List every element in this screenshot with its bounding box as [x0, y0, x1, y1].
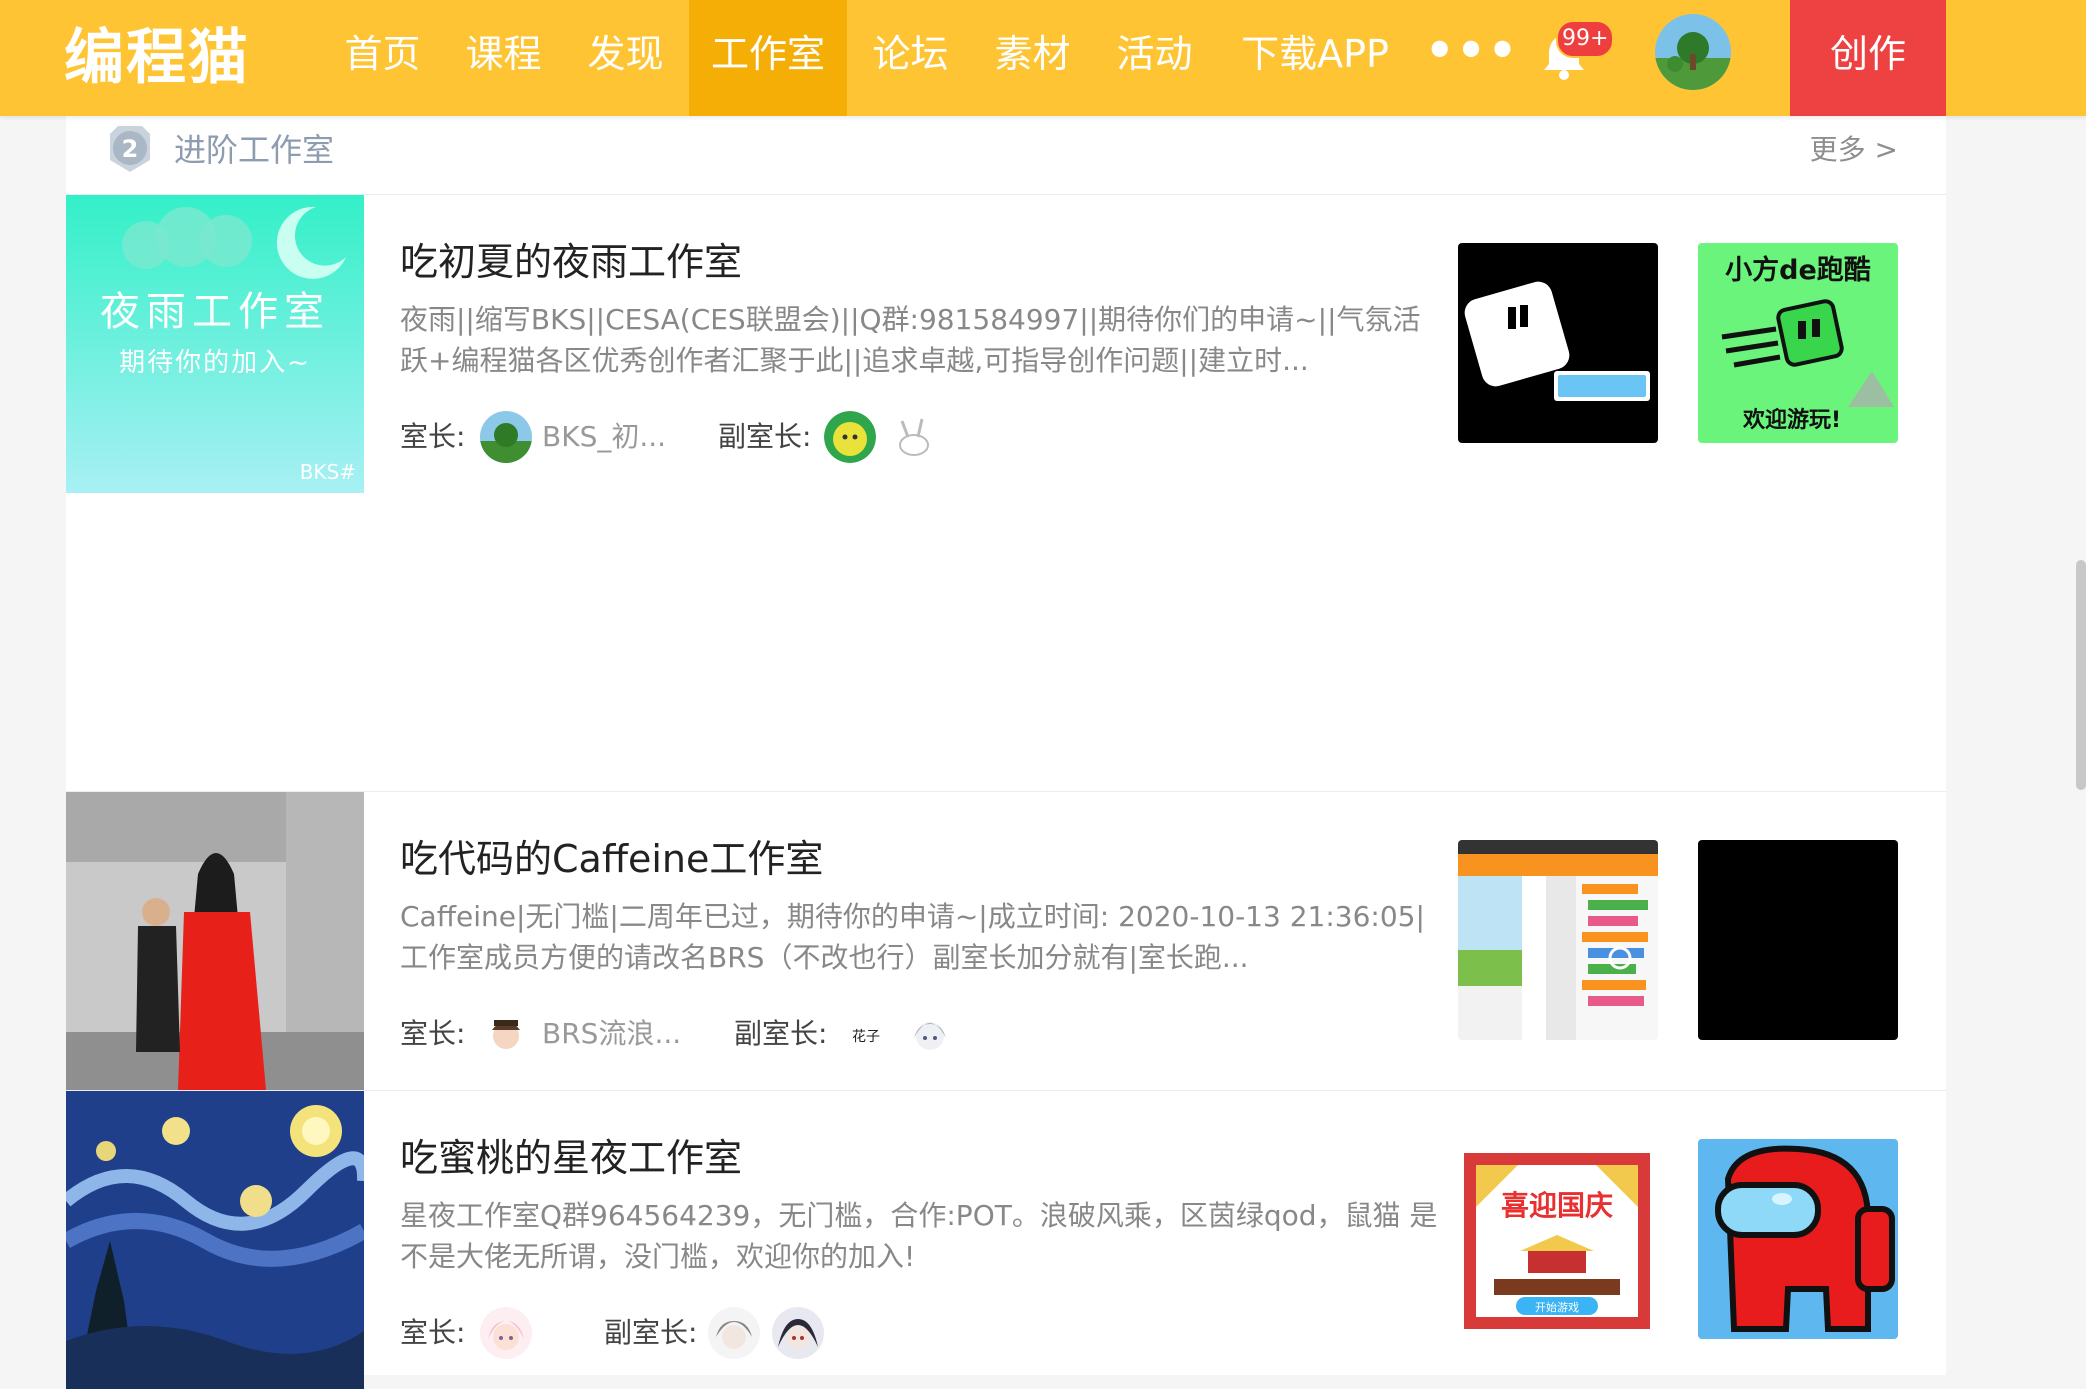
- studio-cover-image[interactable]: 夜雨工作室 期待你的加入~ BKS#: [66, 195, 364, 493]
- nav-item-courses[interactable]: 课程: [446, 0, 561, 116]
- site-logo[interactable]: 编程猫: [64, 18, 250, 98]
- nav-item-events[interactable]: 活动: [1097, 0, 1212, 116]
- studio-description: 星夜工作室Q群964564239，无门槛，合作:POT。浪破风乘，区茵绿qod，…: [400, 1199, 1438, 1273]
- studio-work-thumbnail[interactable]: [1458, 243, 1658, 443]
- work-button-text: 开始游戏: [1535, 1300, 1579, 1314]
- studio-title[interactable]: 吃代码的Caffeine工作室: [400, 832, 823, 886]
- studio-cover-image[interactable]: [66, 792, 364, 1090]
- studio-work-thumbnail[interactable]: 喜迎国庆 开始游戏: [1458, 1139, 1658, 1339]
- more-menu-button[interactable]: •••: [1425, 0, 1519, 116]
- page-scrollbar[interactable]: [2076, 560, 2086, 790]
- owner-avatar[interactable]: [480, 1008, 532, 1060]
- deputy-label: 副室长:: [604, 1316, 698, 1349]
- owner-label: 室长:: [400, 1017, 466, 1050]
- work-title-text: 小方de跑酷: [1725, 254, 1871, 286]
- studio-cover-image[interactable]: [66, 1091, 364, 1389]
- deputy-label: 副室长:: [718, 420, 812, 453]
- rank-medal-icon: 2: [110, 126, 150, 172]
- user-avatar[interactable]: [1655, 14, 1731, 90]
- owner-label: 室长:: [400, 1316, 466, 1349]
- nav-item-home[interactable]: 首页: [325, 0, 440, 116]
- studio-title[interactable]: 吃初夏的夜雨工作室: [400, 235, 742, 289]
- studio-description: Caffeine|无门槛|二周年已过，期待你的申请~|成立时间: 2020-10…: [400, 900, 1425, 974]
- section-header: 2 进阶工作室 更多 >: [66, 116, 1946, 195]
- deputy-avatar[interactable]: [904, 1008, 956, 1060]
- deputy-avatar[interactable]: [824, 411, 876, 463]
- create-button[interactable]: 创作: [1790, 0, 1946, 116]
- owner-label: 室长:: [400, 420, 466, 453]
- notification-count-badge: 99+: [1556, 20, 1615, 58]
- work-title-text: 喜迎国庆: [1501, 1189, 1613, 1222]
- owner-avatar[interactable]: [480, 411, 532, 463]
- studio-description: 夜雨||缩写BKS||CESA(CES联盟会)||Q群:981584997||期…: [400, 303, 1421, 377]
- deputy-avatar[interactable]: [772, 1307, 824, 1359]
- studio-list-panel: 2 进阶工作室 更多 > 夜雨工作室 期待你的加入~ BKS# 吃初夏的夜雨工作…: [66, 116, 1946, 1389]
- deputy-avatar[interactable]: [708, 1307, 760, 1359]
- cover-tag: BKS#: [300, 460, 356, 484]
- studio-card[interactable]: 吃代码的Caffeine工作室 Caffeine|无门槛|二周年已过，期待你的申…: [66, 792, 1946, 1091]
- studio-work-thumbnail[interactable]: 小方de跑酷 欢迎游玩!: [1698, 243, 1898, 443]
- work-subtitle-text: 欢迎游玩!: [1742, 407, 1841, 433]
- nav-item-studio[interactable]: 工作室: [689, 0, 847, 116]
- rank-number: 2: [122, 135, 139, 163]
- deputy-avatar[interactable]: 花子: [840, 1008, 892, 1060]
- section-title: 进阶工作室: [174, 131, 335, 169]
- studio-work-thumbnail[interactable]: [1698, 840, 1898, 1040]
- nav-item-materials[interactable]: 素材: [975, 0, 1090, 116]
- deputy-label: 副室长:: [734, 1017, 828, 1050]
- studio-work-thumbnail[interactable]: [1458, 840, 1658, 1040]
- more-link[interactable]: 更多 >: [1810, 124, 1898, 176]
- nav-item-forum[interactable]: 论坛: [853, 0, 968, 116]
- studio-card[interactable]: 夜雨工作室 期待你的加入~ BKS# 吃初夏的夜雨工作室 夜雨||缩写BKS||…: [66, 195, 1946, 792]
- top-navigation-bar: 编程猫 首页 课程 发现 工作室 论坛 素材 活动 下载APP ••• 99+ …: [0, 0, 2086, 116]
- nav-item-discover[interactable]: 发现: [568, 0, 683, 116]
- owner-name[interactable]: BRS流浪...: [542, 1006, 681, 1062]
- studio-card[interactable]: 吃蜜桃的星夜工作室 星夜工作室Q群964564239，无门槛，合作:POT。浪破…: [66, 1091, 1946, 1389]
- cover-subtitle: 期待你的加入~: [119, 348, 311, 378]
- studio-title[interactable]: 吃蜜桃的星夜工作室: [400, 1131, 742, 1185]
- nav-item-download-app[interactable]: 下载APP: [1225, 0, 1405, 116]
- owner-avatar[interactable]: [480, 1307, 532, 1359]
- studio-work-thumbnail[interactable]: [1698, 1139, 1898, 1339]
- deputy-avatar[interactable]: [888, 411, 940, 463]
- cover-title: 夜雨工作室: [100, 289, 330, 335]
- owner-name[interactable]: BKS_初...: [542, 409, 666, 465]
- deputy-avatar-text: 花子: [852, 1029, 880, 1045]
